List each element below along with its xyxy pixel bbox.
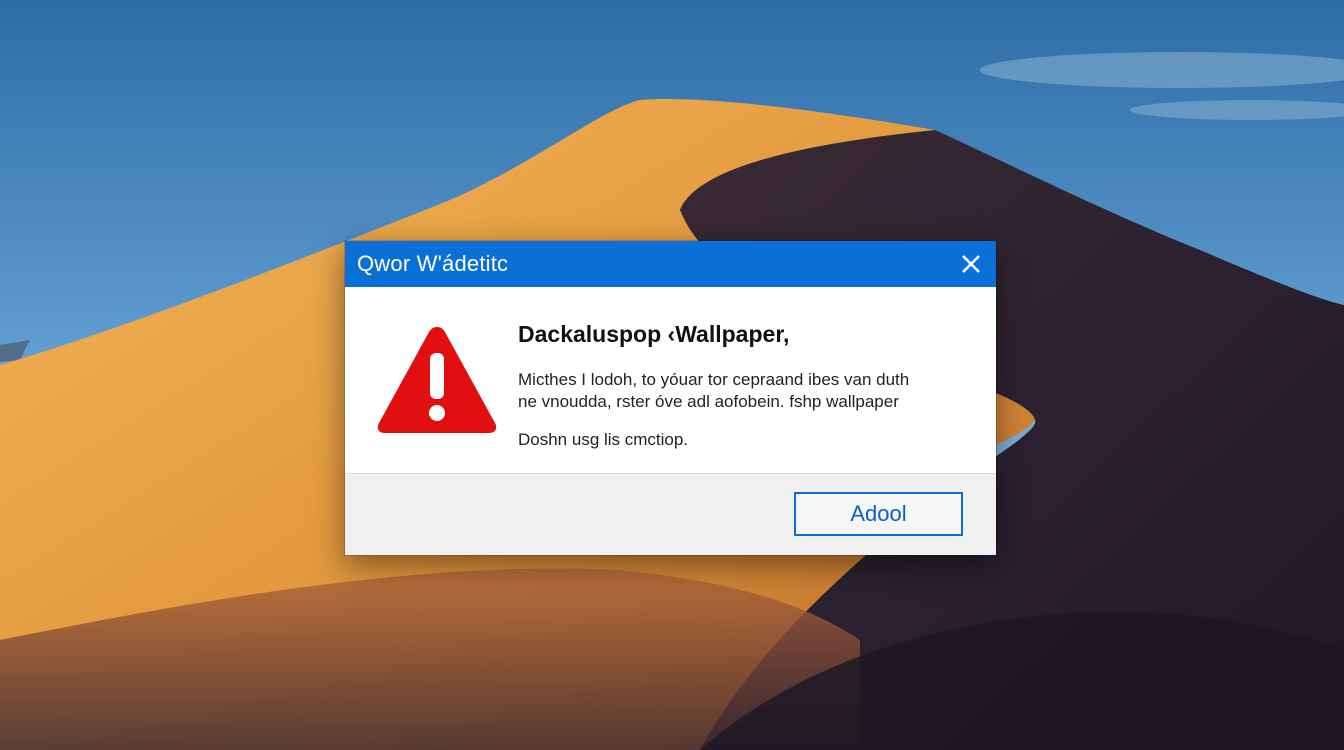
- warning-dialog: Qwor W'ádetitc Dackalusрор ‹Wallpaper, M…: [345, 241, 996, 555]
- dialog-title-bar: Qwor W'ádetitc: [345, 241, 996, 287]
- ok-button[interactable]: Adool: [794, 492, 963, 536]
- warning-triangle-icon: [377, 327, 497, 433]
- message-line: Micthes I lodoh, to yóuar tor cepraand i…: [518, 370, 910, 389]
- dialog-title: Qwor W'ádetitc: [357, 251, 509, 276]
- dialog-heading: Dackalusрор ‹Wallpaper,: [518, 321, 790, 347]
- close-icon: [962, 255, 980, 273]
- dialog-subtext: Doshn usg lis cmctiop.: [518, 430, 689, 449]
- dialog-message: Micthes I lodoh, to yóuar tor cepraand i…: [518, 369, 958, 413]
- desktop: Qwor W'ádetitc Dackalusрор ‹Wallpaper, M…: [0, 0, 1344, 750]
- dialog-content: Dackalusрор ‹Wallpaper, Micthes I lodoh,…: [345, 287, 996, 473]
- close-button[interactable]: [946, 241, 996, 287]
- dialog-footer: Adool: [345, 474, 996, 555]
- message-line: ne vnoudda, rster óve adl aofobein. fshp…: [518, 392, 899, 411]
